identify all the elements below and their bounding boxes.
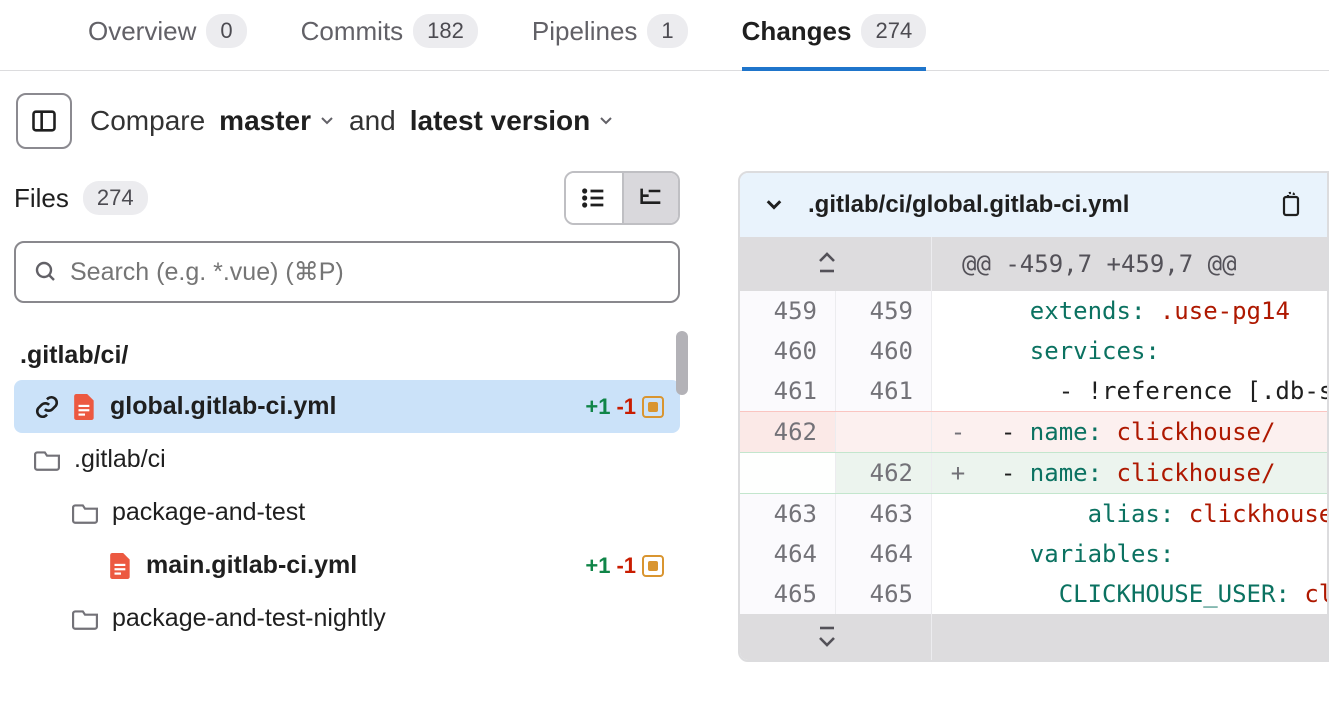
hunk-header: @@ -459,7 +459,7 @@ [932,237,1327,291]
line-number-old: 462 [740,412,836,452]
diff-line[interactable]: 465465 CLICKHOUSE_USER: cl [740,574,1327,614]
chevron-down-icon[interactable] [764,195,784,215]
file-name: main.gitlab-ci.yml [146,551,357,580]
list-icon [580,184,608,212]
line-number-new: 461 [836,371,932,411]
modified-icon [642,555,664,577]
link-icon [34,394,60,420]
file-icon [74,394,96,420]
folder-icon [34,449,60,471]
files-count-badge: 274 [83,181,148,215]
folder-icon [72,502,98,524]
file-tree-toggle-button[interactable] [16,93,72,149]
sidebar-icon [30,107,58,135]
tab-pipelines[interactable]: Pipelines 1 [532,14,688,70]
expand-down-row[interactable] [740,614,1327,660]
scrollbar-thumb[interactable] [676,331,688,395]
files-label: Files [14,183,69,214]
line-number-new: 465 [836,574,932,614]
tab-badge: 1 [647,14,687,48]
tab-label: Pipelines [532,16,638,47]
diff-line[interactable]: 462 - - name: clickhouse/ [740,411,1327,452]
tree-icon [637,184,665,212]
line-number-old: 460 [740,331,836,371]
compare-base-dropdown[interactable]: master [219,105,335,137]
list-view-button[interactable] [566,173,622,223]
line-number-old: 465 [740,574,836,614]
diff-panel: .gitlab/ci/global.gitlab-ci.yml @@ -459,… [738,171,1329,662]
line-number-new: 463 [836,494,932,534]
diff-line[interactable]: 460460 services: [740,331,1327,371]
modified-icon [642,396,664,418]
folder-row-package-and-test-nightly[interactable]: package-and-test-nightly [14,592,680,645]
expand-up-row[interactable]: @@ -459,7 +459,7 @@ [740,237,1327,291]
tab-label: Changes [742,16,852,47]
diff-line[interactable]: 459459 extends: .use-pg14 [740,291,1327,331]
code-content: - !reference [.db-s [932,371,1327,411]
chevron-down-icon [598,113,614,129]
tab-label: Commits [301,16,404,47]
tree-root-path: .gitlab/ci/ [14,331,680,380]
line-number-old [740,453,836,493]
code-content: extends: .use-pg14 [932,291,1327,331]
search-input[interactable] [70,258,660,287]
line-number-old: 459 [740,291,836,331]
line-number-new [836,412,932,452]
line-number-old: 464 [740,534,836,574]
diff-file-path: .gitlab/ci/global.gitlab-ci.yml [808,191,1255,219]
folder-name: package-and-test-nightly [112,604,386,633]
file-row-main-gitlab-ci[interactable]: main.gitlab-ci.yml +1 -1 [14,539,680,592]
view-switch [564,171,680,225]
compare-label: Compare [90,105,205,137]
diff-line[interactable]: 463463 alias: clickhouse [740,494,1327,534]
file-icon [110,553,132,579]
file-stats: +1 -1 [585,553,664,579]
compare-bar: Compare master and latest version [90,105,614,137]
line-number-new: 460 [836,331,932,371]
search-icon [34,260,58,284]
code-content: + - name: clickhouse/ [932,453,1327,493]
code-content: services: [932,331,1327,371]
chevron-down-icon [319,113,335,129]
line-number-new: 459 [836,291,932,331]
folder-name: .gitlab/ci [74,445,166,474]
copy-path-icon[interactable] [1279,191,1303,219]
tab-badge: 182 [413,14,478,48]
file-name: global.gitlab-ci.yml [110,392,336,421]
tab-commits[interactable]: Commits 182 [301,14,478,70]
tab-badge: 0 [206,14,246,48]
file-search[interactable] [14,241,680,303]
tab-overview[interactable]: Overview 0 [88,14,247,70]
folder-row-gitlab-ci[interactable]: .gitlab/ci [14,433,680,486]
line-number-old: 461 [740,371,836,411]
compare-target-dropdown[interactable]: latest version [410,105,615,137]
line-number-new: 462 [836,453,932,493]
folder-icon [72,608,98,630]
file-row-global-gitlab-ci[interactable]: global.gitlab-ci.yml +1 -1 [14,380,680,433]
code-content: - - name: clickhouse/ [932,412,1327,452]
code-content: CLICKHOUSE_USER: cl [932,574,1327,614]
diff-line[interactable]: 462+ - name: clickhouse/ [740,452,1327,494]
line-number-old: 463 [740,494,836,534]
line-number-new: 464 [836,534,932,574]
compare-join: and [349,105,396,137]
file-stats: +1 -1 [585,394,664,420]
diff-line[interactable]: 464464 variables: [740,534,1327,574]
tab-changes[interactable]: Changes 274 [742,14,927,70]
expand-down-icon [816,624,838,650]
code-content: alias: clickhouse [932,494,1327,534]
tab-label: Overview [88,16,196,47]
folder-row-package-and-test[interactable]: package-and-test [14,486,680,539]
folder-name: package-and-test [112,498,305,527]
expand-up-icon [816,251,838,277]
diff-line[interactable]: 461461 - !reference [.db-s [740,371,1327,411]
tree-view-button[interactable] [622,173,678,223]
tab-badge: 274 [861,14,926,48]
code-content: variables: [932,534,1327,574]
